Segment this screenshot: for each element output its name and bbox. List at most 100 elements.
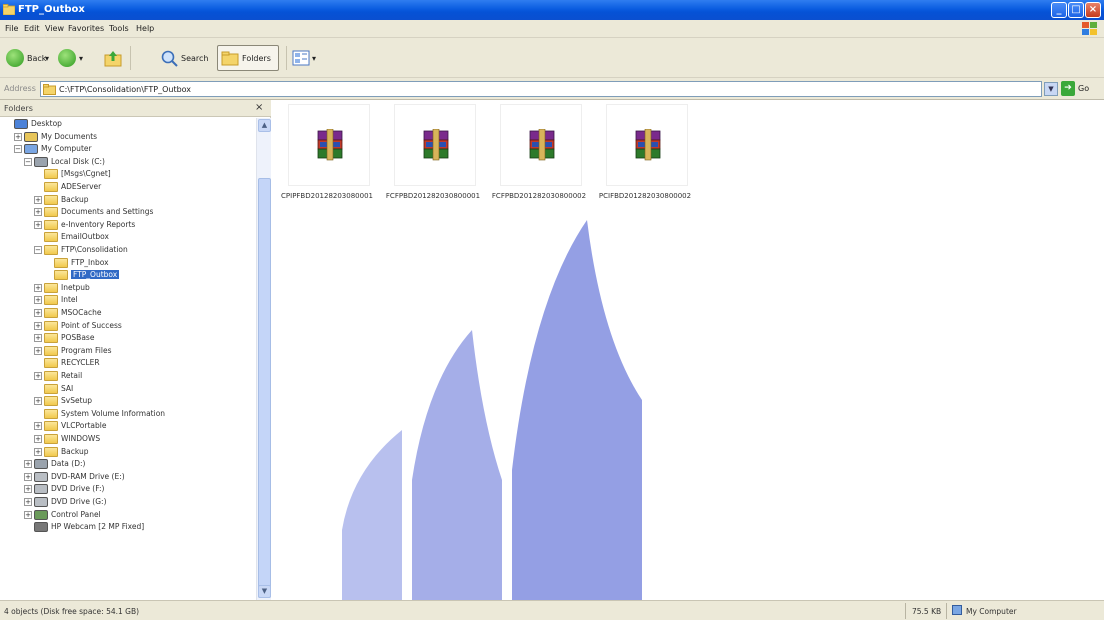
- expand-icon[interactable]: +: [34, 309, 42, 317]
- go-button-label[interactable]: Go: [1078, 84, 1089, 93]
- go-arrow-icon[interactable]: ➔: [1061, 81, 1075, 96]
- expand-icon[interactable]: +: [24, 472, 32, 481]
- expand-icon[interactable]: +: [34, 422, 42, 431]
- expand-icon[interactable]: +: [34, 447, 42, 456]
- folder-icon: [44, 333, 58, 344]
- address-label: Address: [4, 84, 36, 93]
- views-dropdown-icon[interactable]: ▾: [312, 54, 316, 63]
- tree-node[interactable]: FTP_Outbox: [44, 269, 250, 281]
- folders-icon: [221, 51, 239, 66]
- tree-node[interactable]: FTP_Inbox: [44, 257, 250, 269]
- maximize-button[interactable]: □: [1068, 2, 1084, 18]
- tree-node[interactable]: + Documents and Settings: [34, 206, 250, 218]
- tree-node[interactable]: System Volume Information: [34, 408, 250, 420]
- expand-icon[interactable]: +: [34, 397, 42, 406]
- tree-node[interactable]: + Intel: [34, 294, 250, 306]
- tree-node[interactable]: [Msgs\Cgnet]: [34, 168, 250, 180]
- tree-node[interactable]: ADEServer: [34, 181, 250, 193]
- tree-node[interactable]: RECYCLER: [34, 357, 250, 369]
- tree-node-label: SvSetup: [61, 396, 93, 406]
- minimize-button[interactable]: _: [1051, 2, 1067, 18]
- file-item[interactable]: PCIFBD201282030800002: [590, 104, 700, 204]
- expand-icon[interactable]: +: [34, 435, 42, 443]
- tree-node[interactable]: + DVD Drive (G:): [24, 496, 250, 508]
- tree-node[interactable]: Desktop: [4, 118, 250, 130]
- tree-node[interactable]: + DVD-RAM Drive (E:): [24, 471, 250, 483]
- tree-node[interactable]: HP Webcam [2 MP Fixed]: [24, 521, 250, 533]
- menu-edit[interactable]: Edit: [24, 24, 40, 33]
- tree-node[interactable]: + Retail: [34, 370, 250, 382]
- expand-icon[interactable]: +: [34, 195, 42, 204]
- expand-icon[interactable]: +: [34, 321, 42, 330]
- expand-icon[interactable]: +: [34, 346, 42, 355]
- expand-icon[interactable]: +: [34, 220, 42, 229]
- collapse-icon[interactable]: −: [24, 157, 32, 166]
- tree-node[interactable]: − Local Disk (C:): [24, 156, 250, 168]
- expand-icon[interactable]: +: [24, 460, 32, 469]
- file-item[interactable]: FCFPBD201282030800001: [378, 104, 488, 204]
- tree-node[interactable]: + DVD Drive (F:): [24, 483, 250, 495]
- tree-node[interactable]: + MSOCache: [34, 307, 250, 319]
- tree-node-label: SAI: [61, 383, 74, 393]
- expand-icon[interactable]: +: [24, 485, 32, 494]
- close-button[interactable]: ×: [1085, 2, 1101, 18]
- menu-tools[interactable]: Tools: [109, 24, 129, 33]
- status-divider: [946, 603, 947, 619]
- forward-dropdown-icon[interactable]: ▾: [79, 54, 83, 63]
- tree-node[interactable]: + Data (D:): [24, 458, 250, 470]
- file-view[interactable]: CPIPFBD20128203080001 FCFPBD2012820308000…: [272, 100, 1104, 600]
- collapse-icon[interactable]: −: [14, 145, 22, 154]
- scroll-down-icon[interactable]: ▼: [258, 585, 271, 598]
- tree-node[interactable]: + POSBase: [34, 332, 250, 344]
- address-dropdown-icon[interactable]: ▼: [1044, 82, 1058, 96]
- tree-node[interactable]: + Program Files: [34, 345, 250, 357]
- menu-help[interactable]: Help: [136, 24, 154, 33]
- address-input[interactable]: C:\FTP\Consolidation\FTP_Outbox: [40, 81, 1042, 97]
- expand-icon[interactable]: +: [34, 283, 42, 292]
- scroll-up-icon[interactable]: ▲: [258, 119, 271, 132]
- tree-node[interactable]: + WINDOWS: [34, 433, 250, 445]
- up-folder-button[interactable]: [104, 46, 124, 70]
- tree-node-label: [Msgs\Cgnet]: [61, 169, 111, 179]
- tree-node[interactable]: − FTP\Consolidation: [34, 244, 250, 256]
- file-thumbnail: [500, 104, 582, 186]
- title-bar[interactable]: FTP_Outbox _ □ ×: [0, 0, 1104, 20]
- tree-node[interactable]: + Backup: [34, 194, 250, 206]
- tree-node[interactable]: − My Computer: [14, 143, 250, 155]
- menu-file[interactable]: File: [5, 24, 18, 33]
- expand-icon[interactable]: +: [14, 132, 22, 141]
- views-button[interactable]: ▾: [292, 46, 320, 70]
- folder-icon: [44, 245, 58, 255]
- tree-node[interactable]: + Backup: [34, 446, 250, 458]
- folder-tree-scrollbar[interactable]: ▲ ▼: [256, 118, 271, 600]
- back-button[interactable]: Back ▾: [6, 46, 52, 70]
- expand-icon[interactable]: +: [34, 372, 42, 380]
- menu-favorites[interactable]: Favorites: [68, 24, 104, 33]
- expand-icon[interactable]: +: [34, 296, 42, 305]
- tree-node-label: Inetpub: [61, 282, 90, 292]
- tree-node[interactable]: + VLCPortable: [34, 420, 250, 432]
- tree-node[interactable]: + My Documents: [14, 131, 250, 143]
- back-dropdown-icon[interactable]: ▾: [45, 54, 49, 63]
- tree-node[interactable]: SAI: [34, 383, 250, 395]
- scrollbar-thumb[interactable]: [258, 178, 271, 598]
- tree-node[interactable]: + SvSetup: [34, 395, 250, 407]
- collapse-icon[interactable]: −: [34, 246, 42, 254]
- tree-node[interactable]: + Control Panel: [24, 509, 250, 521]
- search-button[interactable]: Search: [160, 46, 212, 70]
- tree-node[interactable]: + Inetpub: [34, 282, 250, 294]
- forward-button[interactable]: ▾: [58, 46, 88, 70]
- expand-icon[interactable]: +: [24, 510, 32, 519]
- expand-icon[interactable]: +: [24, 498, 32, 506]
- menu-view[interactable]: View: [45, 24, 64, 33]
- tree-node[interactable]: + e-Inventory Reports: [34, 219, 250, 231]
- close-folders-pane-icon[interactable]: ×: [255, 102, 263, 113]
- tree-node[interactable]: EmailOutbox: [34, 231, 250, 243]
- file-item[interactable]: FCFPBD201282030800002: [484, 104, 594, 204]
- expand-icon[interactable]: +: [34, 334, 42, 343]
- folders-button[interactable]: Folders: [217, 45, 279, 71]
- file-thumbnail: [606, 104, 688, 186]
- expand-icon[interactable]: +: [34, 208, 42, 217]
- tree-node[interactable]: + Point of Success: [34, 320, 250, 332]
- file-item[interactable]: CPIPFBD20128203080001: [272, 104, 382, 204]
